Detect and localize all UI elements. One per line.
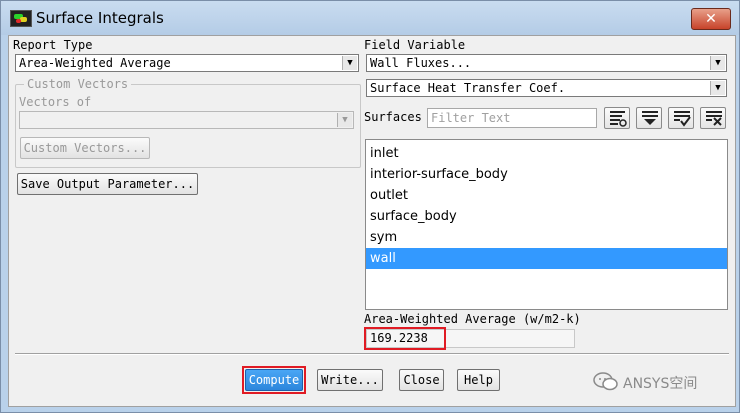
field-variable-dropdown[interactable]: Surface Heat Transfer Coef. ▼ xyxy=(366,79,727,97)
surface-list-item[interactable]: surface_body xyxy=(366,206,727,227)
vectors-of-dropdown[interactable]: ▼ xyxy=(19,111,354,129)
clear-list-icon xyxy=(706,111,722,126)
custom-vectors-group-title: Custom Vectors xyxy=(24,77,132,91)
watermark-text: ANSYS空间 xyxy=(623,376,698,392)
fluent-app-icon xyxy=(10,10,32,27)
custom-vectors-button[interactable]: Custom Vectors... xyxy=(20,137,150,159)
report-type-value: Area-Weighted Average xyxy=(19,56,171,70)
deselect-all-icon xyxy=(642,111,658,125)
title-bar[interactable]: Surface Integrals ✕ xyxy=(1,1,739,35)
surface-items: inlet interior-surface_body outlet surface_… xyxy=(366,143,727,269)
surface-integrals-window: Surface Integrals ✕ Report Type Area-Wei… xyxy=(0,0,740,413)
dialog-body: Report Type Area-Weighted Average ▼ Cust… xyxy=(8,35,736,407)
wechat-icon xyxy=(593,372,618,391)
chevron-down-icon: ▼ xyxy=(342,56,357,70)
surface-list-item[interactable]: inlet xyxy=(366,143,727,164)
surface-filter-field[interactable] xyxy=(427,108,597,128)
chevron-down-icon: ▼ xyxy=(710,56,725,70)
result-highlight-box xyxy=(364,327,446,350)
field-variable-category-dropdown[interactable]: Wall Fluxes... ▼ xyxy=(366,54,727,72)
deselect-all-surfaces-button[interactable] xyxy=(636,107,662,129)
surface-list-item[interactable]: wall xyxy=(366,248,727,269)
close-window-button[interactable]: ✕ xyxy=(691,8,731,30)
field-variable-category-value: Wall Fluxes... xyxy=(370,56,472,70)
custom-vectors-group: Custom Vectors Vectors of ▼ Custom Vecto… xyxy=(15,77,361,168)
clear-list-button[interactable] xyxy=(700,107,726,129)
write-button[interactable]: Write... xyxy=(317,369,383,391)
close-icon: ✕ xyxy=(705,11,717,27)
chevron-down-icon: ▼ xyxy=(710,81,725,95)
surfaces-list[interactable]: inlet interior-surface_body outlet surface_… xyxy=(365,139,728,310)
field-variable-label: Field Variable xyxy=(364,38,466,52)
result-label: Area-Weighted Average (w/m2-k) xyxy=(364,312,581,326)
close-button[interactable]: Close xyxy=(399,369,444,391)
select-all-surfaces-button[interactable] xyxy=(604,107,630,129)
compute-highlight-box xyxy=(242,366,306,394)
field-variable-value: Surface Heat Transfer Coef. xyxy=(370,81,566,95)
save-output-parameter-button[interactable]: Save Output Parameter... xyxy=(17,173,198,195)
surface-list-item[interactable]: interior-surface_body xyxy=(366,164,727,185)
window-title: Surface Integrals xyxy=(36,9,164,27)
surface-list-item[interactable]: outlet xyxy=(366,185,727,206)
chevron-down-icon: ▼ xyxy=(337,113,352,127)
check-list-button[interactable] xyxy=(668,107,694,129)
vectors-of-label: Vectors of xyxy=(19,95,92,109)
check-list-icon xyxy=(674,111,691,127)
surfaces-label: Surfaces xyxy=(364,110,422,124)
footer-separator xyxy=(15,353,729,355)
surface-filter-input[interactable] xyxy=(428,109,594,127)
help-button[interactable]: Help xyxy=(457,369,500,391)
report-type-label: Report Type xyxy=(13,38,93,52)
select-all-icon xyxy=(610,111,627,127)
surface-list-item[interactable]: sym xyxy=(366,227,727,248)
report-type-dropdown[interactable]: Area-Weighted Average ▼ xyxy=(15,54,359,72)
